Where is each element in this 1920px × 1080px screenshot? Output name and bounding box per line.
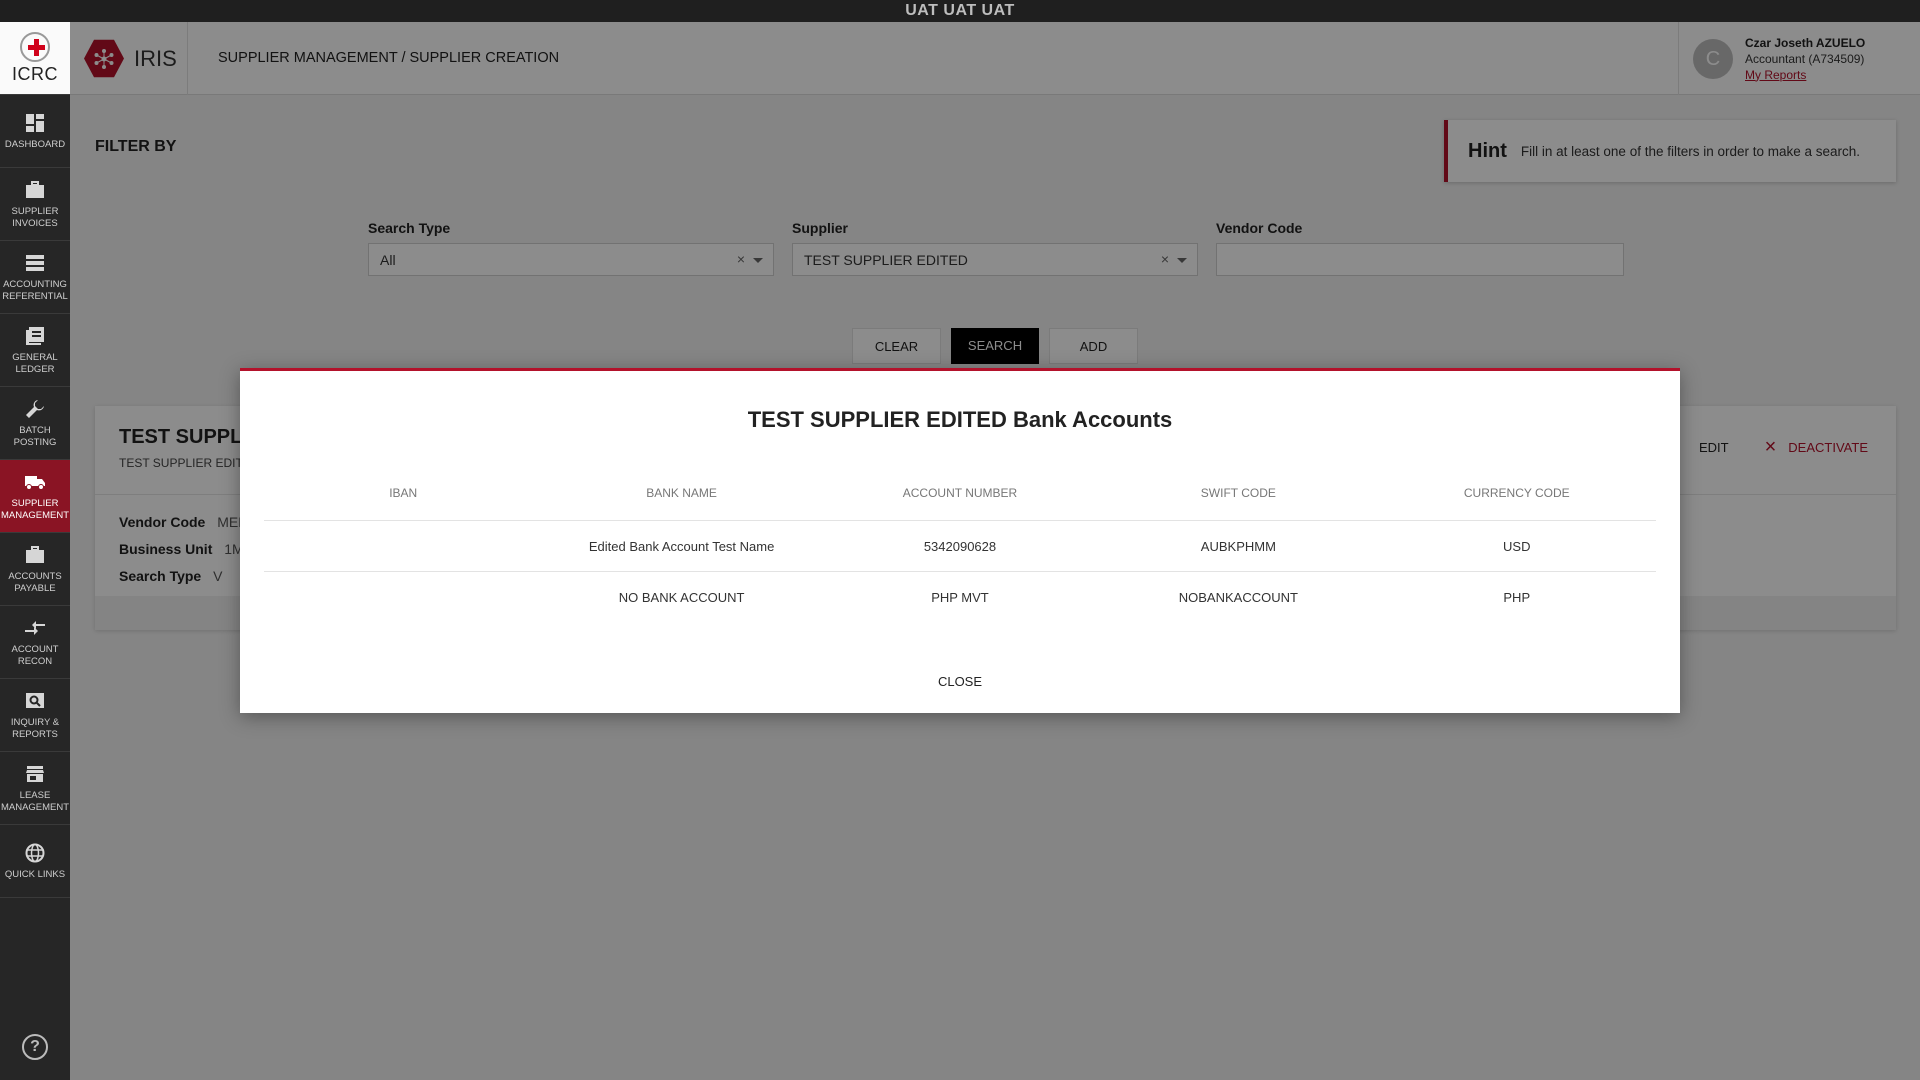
truck-icon <box>24 471 46 493</box>
wrench-icon <box>24 398 46 420</box>
red-cross-emblem-icon <box>20 31 50 62</box>
environment-banner: UAT UAT UAT <box>0 0 1920 22</box>
column-header-iban: IBAN <box>389 486 418 500</box>
sidebar-item-label: INQUIRY & REPORTS <box>10 716 60 740</box>
sidebar-item-label: QUICK LINKS <box>4 868 66 880</box>
cell-bank-name: Edited Bank Account Test Name <box>588 538 775 554</box>
globe-icon <box>24 842 46 864</box>
sidebar-item-supplier-management[interactable]: SUPPLIER MANAGEMENT <box>0 460 70 533</box>
cell-currency-code: USD <box>1503 538 1531 554</box>
sidebar-item-accounts-payable[interactable]: ACCOUNTS PAYABLE <box>0 533 70 606</box>
cell-account-number: PHP MVT <box>931 590 989 605</box>
table-row: NO BANK ACCOUNT PHP MVT NOBANKACCOUNT PH… <box>264 572 1656 623</box>
sidebar-item-lease-management[interactable]: LEASE MANAGEMENT <box>0 752 70 825</box>
table-row: Edited Bank Account Test Name 5342090628… <box>264 521 1656 572</box>
ledger-icon <box>24 325 46 347</box>
column-header-swift-code: SWIFT CODE <box>1200 486 1276 500</box>
sidebar-item-label: BATCH POSTING <box>13 424 57 448</box>
sidebar: ICRC DASHBOARD SUPPLIER INVOICES ACCOUNT… <box>0 22 70 1080</box>
table-header: IBAN BANK NAME ACCOUNT NUMBER SWIFT CODE… <box>264 466 1656 521</box>
sidebar-item-label: SUPPLIER MANAGEMENT <box>0 497 70 521</box>
search-report-icon <box>24 690 46 712</box>
column-header-currency-code: CURRENCY CODE <box>1463 486 1570 500</box>
sidebar-item-label: ACCOUNTS PAYABLE <box>8 570 62 594</box>
cell-swift-code: AUBKPHMM <box>1200 538 1276 554</box>
icrc-logo[interactable]: ICRC <box>0 22 70 95</box>
compare-arrows-icon <box>24 617 46 639</box>
cell-swift-code: NOBANKACCOUNT <box>1178 590 1298 605</box>
sidebar-item-label: GENERAL LEDGER <box>12 351 58 375</box>
sidebar-item-dashboard[interactable]: DASHBOARD <box>0 95 70 168</box>
briefcase-icon <box>24 544 46 566</box>
bank-accounts-table: IBAN BANK NAME ACCOUNT NUMBER SWIFT CODE… <box>264 466 1656 623</box>
sidebar-item-quick-links[interactable]: QUICK LINKS <box>0 825 70 898</box>
cell-account-number: 5342090628 <box>923 538 997 554</box>
sidebar-item-label: ACCOUNT RECON <box>11 643 59 667</box>
bank-accounts-modal: TEST SUPPLIER EDITED Bank Accounts IBAN … <box>240 368 1680 713</box>
help-icon[interactable]: ? <box>22 1034 48 1060</box>
sidebar-item-general-ledger[interactable]: GENERAL LEDGER <box>0 314 70 387</box>
sidebar-item-supplier-invoices[interactable]: SUPPLIER INVOICES <box>0 168 70 241</box>
sidebar-item-label: LEASE MANAGEMENT <box>0 789 70 813</box>
dashboard-icon <box>24 112 46 134</box>
sidebar-item-batch-posting[interactable]: BATCH POSTING <box>0 387 70 460</box>
cell-currency-code: PHP <box>1503 590 1531 605</box>
sidebar-item-inquiry-reports[interactable]: INQUIRY & REPORTS <box>0 679 70 752</box>
briefcase-icon <box>24 179 46 201</box>
sidebar-item-label: DASHBOARD <box>4 138 66 150</box>
cell-bank-name: NO BANK ACCOUNT <box>618 590 745 605</box>
logo-text: ICRC <box>12 63 58 84</box>
sidebar-item-label: SUPPLIER INVOICES <box>11 205 59 229</box>
modal-title: TEST SUPPLIER EDITED Bank Accounts <box>747 407 1173 432</box>
column-header-bank-name: BANK NAME <box>646 486 717 500</box>
store-icon <box>24 763 46 785</box>
close-button[interactable]: CLOSE <box>890 667 1030 697</box>
sidebar-item-label: ACCOUNTING REFERENTIAL <box>2 278 68 302</box>
sidebar-item-accounting-referential[interactable]: ACCOUNTING REFERENTIAL <box>0 241 70 314</box>
sidebar-item-account-recon[interactable]: ACCOUNT RECON <box>0 606 70 679</box>
column-header-account-number: ACCOUNT NUMBER <box>902 486 1018 500</box>
list-icon <box>24 252 46 274</box>
